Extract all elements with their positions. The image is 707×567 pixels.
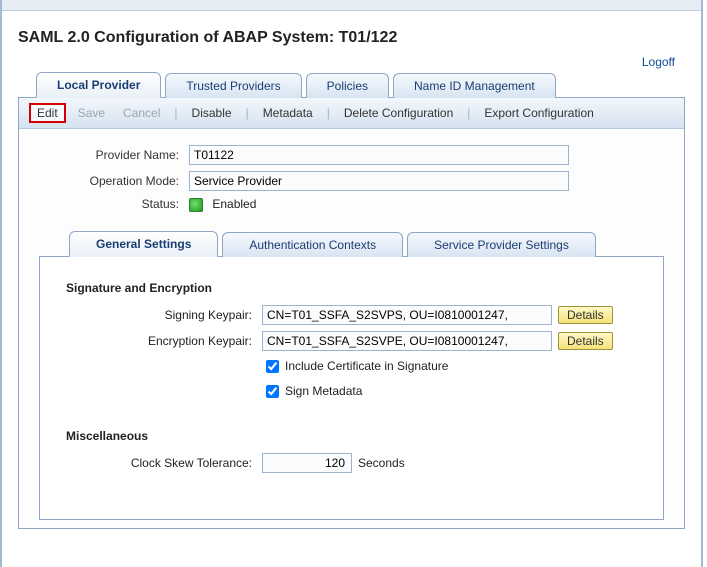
include-cert-label: Include Certificate in Signature <box>285 359 448 373</box>
sign-metadata-label: Sign Metadata <box>285 384 362 398</box>
status-label: Status: <box>39 197 189 211</box>
provider-name-label: Provider Name: <box>39 148 189 162</box>
encryption-keypair-field[interactable] <box>262 331 552 351</box>
status-value-wrap: Enabled <box>189 197 256 212</box>
provider-name-field[interactable] <box>189 145 569 165</box>
general-settings-panel: Signature and Encryption Signing Keypair… <box>39 257 664 520</box>
tab-name-id-management[interactable]: Name ID Management <box>393 73 556 98</box>
tab-trusted-providers[interactable]: Trusted Providers <box>165 73 301 98</box>
tab-local-provider[interactable]: Local Provider <box>36 72 161 98</box>
clock-skew-field[interactable] <box>262 453 352 473</box>
signing-keypair-field[interactable] <box>262 305 552 325</box>
include-cert-checkbox[interactable] <box>266 360 279 373</box>
signing-details-button[interactable]: Details <box>558 306 613 324</box>
clock-skew-label: Clock Skew Tolerance: <box>62 456 262 470</box>
edit-button[interactable]: Edit <box>29 103 66 123</box>
provider-form: Provider Name: Operation Mode: Status: E… <box>19 129 684 528</box>
main-tabstrip: Local Provider Trusted Providers Policie… <box>18 71 685 98</box>
logoff-link[interactable]: Logoff <box>642 55 675 69</box>
tab-policies[interactable]: Policies <box>306 73 389 98</box>
status-led-icon <box>189 198 203 212</box>
save-button: Save <box>72 104 111 122</box>
status-value: Enabled <box>212 197 256 211</box>
export-config-button[interactable]: Export Configuration <box>478 104 599 122</box>
toolbar-separator: | <box>465 106 472 120</box>
main-panel: Edit Save Cancel | Disable | Metadata | … <box>18 98 685 529</box>
clock-skew-unit: Seconds <box>358 456 405 470</box>
sub-tabstrip: General Settings Authentication Contexts… <box>39 230 664 257</box>
encryption-keypair-label: Encryption Keypair: <box>62 334 262 348</box>
signing-keypair-label: Signing Keypair: <box>62 308 262 322</box>
tab-service-provider-settings[interactable]: Service Provider Settings <box>407 232 596 257</box>
toolbar-separator: | <box>244 106 251 120</box>
signature-encryption-heading: Signature and Encryption <box>66 281 641 295</box>
miscellaneous-heading: Miscellaneous <box>66 429 641 443</box>
delete-config-button[interactable]: Delete Configuration <box>338 104 459 122</box>
operation-mode-field[interactable] <box>189 171 569 191</box>
tab-authentication-contexts[interactable]: Authentication Contexts <box>222 232 403 257</box>
cancel-button: Cancel <box>117 104 166 122</box>
disable-button[interactable]: Disable <box>186 104 238 122</box>
page-title: SAML 2.0 Configuration of ABAP System: T… <box>18 29 685 47</box>
toolbar: Edit Save Cancel | Disable | Metadata | … <box>19 98 684 129</box>
encryption-details-button[interactable]: Details <box>558 332 613 350</box>
tab-general-settings[interactable]: General Settings <box>69 231 218 257</box>
toolbar-separator: | <box>172 106 179 120</box>
metadata-button[interactable]: Metadata <box>257 104 319 122</box>
top-border <box>2 0 701 11</box>
sign-metadata-checkbox[interactable] <box>266 385 279 398</box>
toolbar-separator: | <box>325 106 332 120</box>
operation-mode-label: Operation Mode: <box>39 174 189 188</box>
